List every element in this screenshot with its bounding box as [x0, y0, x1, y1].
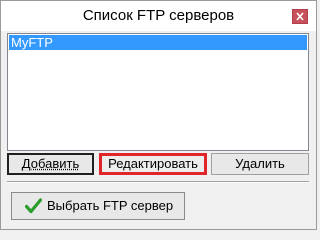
- delete-button[interactable]: Удалить: [211, 153, 309, 175]
- title-bar: Список FTP серверов: [1, 1, 316, 31]
- dialog-title: Список FTP серверов: [82, 7, 235, 24]
- edit-button-label: Редактировать: [108, 156, 198, 171]
- action-button-row: Добавить Редактировать Удалить: [7, 153, 309, 175]
- ftp-servers-dialog: Список FTP серверов MyFTP Добавить Редак…: [0, 0, 317, 230]
- edit-button[interactable]: Редактировать: [99, 153, 207, 175]
- select-button-label: Выбрать FTP сервер: [47, 198, 174, 213]
- add-button-label: Добавить: [21, 156, 80, 171]
- add-button[interactable]: Добавить: [7, 153, 94, 175]
- delete-button-label: Удалить: [235, 156, 285, 171]
- select-ftp-server-button[interactable]: Выбрать FTP сервер: [11, 192, 185, 220]
- checkmark-icon: [25, 198, 42, 214]
- close-button[interactable]: [292, 9, 308, 24]
- close-icon: [296, 12, 304, 21]
- separator-line: [7, 181, 309, 183]
- list-item-myftp[interactable]: MyFTP: [9, 35, 307, 50]
- server-listbox[interactable]: MyFTP: [7, 33, 309, 151]
